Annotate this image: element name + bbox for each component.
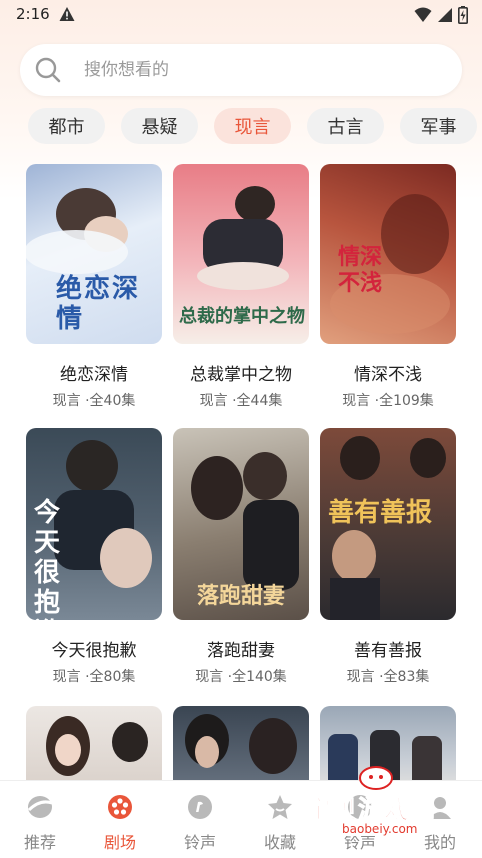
tab-xianyan[interactable]: 现言 — [214, 108, 291, 144]
search-bar[interactable] — [20, 44, 462, 96]
status-bar: 2:16 — [0, 0, 482, 30]
drama-poster: 善有善报 — [320, 428, 456, 620]
status-time: 2:16 — [16, 5, 50, 23]
drama-meta: 现言 ·全40集 — [52, 393, 136, 409]
drama-meta: 现言 ·全83集 — [346, 669, 430, 685]
tab-dushi[interactable]: 都市 — [28, 108, 105, 144]
nav-ringtone[interactable]: 铃声 — [160, 781, 240, 858]
drama-poster: 总裁的掌中之物 — [173, 164, 309, 344]
poster-title: 今天很抱歉 — [34, 498, 61, 620]
poster-title: 善有善报 — [328, 498, 433, 528]
poster-title: 情深不浅 — [338, 244, 383, 296]
drama-title: 总裁掌中之物 — [190, 365, 292, 385]
drama-title: 今天很抱歉 — [51, 641, 137, 661]
ringtone-icon — [188, 795, 212, 819]
drama-poster: 今天很抱歉 — [26, 428, 162, 620]
wifi-icon — [414, 7, 432, 22]
drama-poster: 情深不浅 — [320, 164, 456, 344]
drama-poster: 落跑甜妻 — [173, 428, 309, 620]
watermark-url: baobeiy.com — [338, 822, 422, 836]
tab-junshi[interactable]: 军事 — [400, 108, 477, 144]
watermark-title: 宝贝游戏网 — [305, 795, 437, 825]
nav-label: 推荐 — [23, 833, 56, 852]
drama-title: 情深不浅 — [354, 365, 422, 385]
nav-theater[interactable]: 剧场 — [80, 781, 160, 858]
drama-card[interactable]: 绝恋深情 绝恋深情 现言 ·全40集 — [26, 164, 162, 409]
nav-label: 铃声 — [183, 833, 216, 852]
signal-icon — [438, 8, 452, 22]
film-reel-icon — [108, 795, 132, 819]
poster-title: 总裁的掌中之物 — [179, 306, 305, 327]
category-tabs: 都市 悬疑 现言 古言 军事 — [28, 108, 482, 144]
tab-xuanyi[interactable]: 悬疑 — [121, 108, 198, 144]
nav-recommend[interactable]: 推荐 — [0, 781, 80, 858]
recommend-icon — [27, 796, 53, 818]
search-icon — [35, 57, 61, 83]
battery-icon — [458, 6, 468, 24]
drama-poster: 绝恋深情 — [26, 164, 162, 344]
drama-meta: 现言 ·全44集 — [199, 393, 283, 409]
poster-title: 落跑甜妻 — [197, 583, 286, 609]
drama-card[interactable]: 情深不浅 情深不浅 现言 ·全109集 — [320, 164, 456, 409]
star-icon — [268, 795, 292, 819]
drama-card[interactable]: 落跑甜妻 落跑甜妻 现言 ·全140集 — [173, 428, 309, 685]
drama-meta: 现言 ·全80集 — [52, 669, 136, 685]
drama-card[interactable]: 总裁的掌中之物 总裁掌中之物 现言 ·全44集 — [173, 164, 309, 409]
drama-title: 落跑甜妻 — [207, 641, 275, 661]
watermark: 宝贝游戏网 baobeiy.com — [302, 762, 472, 842]
drama-meta: 现言 ·全109集 — [342, 393, 434, 409]
tab-guyan[interactable]: 古言 — [307, 108, 384, 144]
drama-title: 善有善报 — [354, 641, 422, 661]
poster-title: 绝恋深情 — [56, 274, 141, 334]
nav-label: 剧场 — [103, 833, 136, 852]
drama-meta: 现言 ·全140集 — [195, 669, 287, 685]
search-input[interactable] — [84, 60, 404, 80]
warning-icon — [59, 7, 75, 21]
drama-card[interactable]: 今天很抱歉 今天很抱歉 现言 ·全80集 — [26, 428, 162, 685]
drama-card[interactable]: 善有善报 善有善报 现言 ·全83集 — [320, 428, 456, 685]
drama-title: 绝恋深情 — [60, 365, 128, 385]
